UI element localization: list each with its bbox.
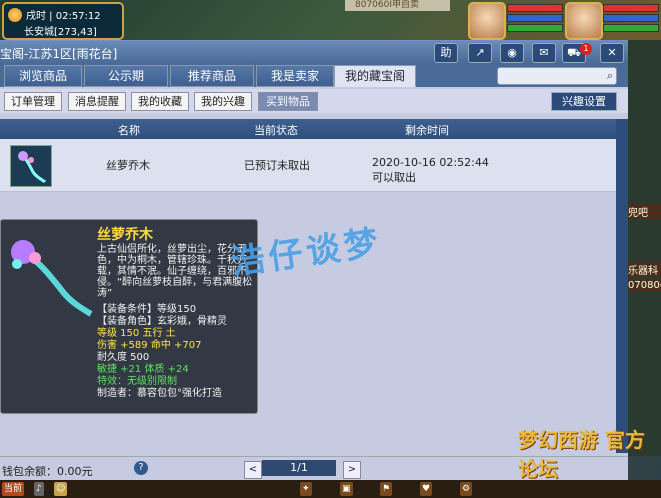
- interest-settings-button[interactable]: 兴趣设置: [551, 92, 617, 111]
- close-icon[interactable]: ✕: [600, 43, 624, 63]
- weapon-icon: [11, 240, 93, 317]
- right-panel-item[interactable]: 07080(: [628, 280, 661, 291]
- right-panel-item[interactable]: 兜吧: [628, 204, 661, 219]
- share-icon[interactable]: ↗: [468, 43, 492, 63]
- game-bottom-bar: 当前 ♪ ☺ ✦ ▣ ⚑ ♥ ⚙: [0, 480, 661, 498]
- prev-page-button[interactable]: <: [244, 461, 262, 479]
- scrollbar[interactable]: [616, 119, 628, 453]
- orders-button[interactable]: 订单管理: [4, 92, 62, 111]
- item-tooltip: 丝萝乔木 上古仙侣所化，丝萝出尘，花分五色，中为桐木，管辖珍珠。千秋万载，其情不…: [0, 219, 258, 414]
- tab-public[interactable]: 公示期: [84, 65, 168, 87]
- pet-bars: [507, 4, 563, 34]
- tooltip-item-name: 丝萝乔木: [97, 227, 153, 243]
- tab-recommended[interactable]: 推荐商品: [170, 65, 254, 87]
- tooltip-agility: 敏捷 +21 体质 +24: [97, 364, 189, 375]
- game-top-bar: 戌时 | 02:57:12 长安城[273,43] 807060I申自卖: [0, 0, 661, 40]
- table-header: 名称 当前状态 剩余时间: [0, 119, 616, 139]
- chat-icon[interactable]: ✉: [532, 43, 556, 63]
- item-name: 丝萝乔木: [106, 159, 150, 172]
- tooltip-durability: 耐久度 500: [97, 352, 150, 363]
- window-titlebar[interactable]: 宝阁-江苏1区[雨花台] 助 ↗ ◉ ✉ ⛟ 1 ✕: [0, 41, 628, 63]
- bag-icon[interactable]: ▣: [340, 482, 353, 496]
- search-input[interactable]: ⌕: [497, 67, 617, 85]
- friends-icon[interactable]: ♥: [420, 482, 433, 496]
- col-name: 名称: [118, 124, 140, 137]
- item-remaining-note: 可以取出: [372, 171, 416, 184]
- tab-my-pavilion[interactable]: 我的藏宝阁: [334, 65, 416, 87]
- tooltip-equip-condition: 【装备条件】等级150: [97, 304, 197, 315]
- tooltip-equip-role: 【装备角色】玄彩娥，骨精灵: [97, 316, 227, 327]
- favorites-button[interactable]: 我的收藏: [131, 92, 189, 111]
- game-logo: 梦幻西游 官方论坛: [518, 428, 645, 481]
- scroll-notice: 807060I申自卖: [345, 0, 450, 11]
- wallet-balance: 钱包余额：0.00元: [2, 465, 93, 478]
- player-bars: [603, 4, 659, 34]
- mic-icon[interactable]: ♪: [34, 482, 44, 496]
- right-panel-item[interactable]: 乐器科: [628, 262, 661, 277]
- sub-navigation: 订单管理 消息提醒 我的收藏 我的兴趣 买到物品 兴趣设置: [0, 89, 628, 113]
- map-location: 长安城[273,43]: [24, 27, 97, 38]
- tooltip-level: 等级 150 五行 土: [97, 328, 176, 339]
- next-page-button[interactable]: >: [343, 461, 361, 479]
- game-right-panel: 乐器科 07080( 兜吧: [628, 40, 661, 456]
- sun-icon: [8, 8, 22, 22]
- col-status: 当前状态: [254, 124, 298, 137]
- channel-current-button[interactable]: 当前: [2, 482, 25, 496]
- pet-portrait[interactable]: [468, 2, 506, 40]
- interests-button[interactable]: 我的兴趣: [194, 92, 252, 111]
- cart-badge: 1: [580, 43, 592, 55]
- help-icon[interactable]: ?: [134, 461, 148, 475]
- tooltip-special-effect: 特效：无级别限制: [97, 376, 177, 387]
- settings-icon[interactable]: ⚙: [460, 482, 473, 496]
- tab-seller[interactable]: 我是卖家: [256, 65, 334, 87]
- bought-items-button[interactable]: 买到物品: [258, 92, 318, 111]
- emote-icon[interactable]: ☺: [54, 482, 68, 496]
- skill-bar-icon[interactable]: ✦: [300, 482, 312, 496]
- assist-button[interactable]: 助: [434, 43, 458, 63]
- item-icon[interactable]: [10, 145, 52, 187]
- game-time: 戌时 | 02:57:12: [26, 11, 101, 22]
- team-icon[interactable]: ⚑: [380, 482, 393, 496]
- table-row[interactable]: 丝萝乔木 已预订未取出 2020-10-16 02:52:44 可以取出: [0, 139, 616, 192]
- window-title: 宝阁-江苏1区[雨花台]: [0, 47, 118, 61]
- search-icon[interactable]: ⌕: [607, 69, 613, 83]
- col-remaining: 剩余时间: [405, 124, 449, 137]
- tooltip-maker: 制造者：慕容包包°强化打造: [97, 388, 222, 399]
- tab-browse[interactable]: 浏览商品: [4, 65, 82, 87]
- item-remaining-time: 2020-10-16 02:52:44: [372, 156, 489, 169]
- player-portrait[interactable]: [565, 2, 603, 40]
- tooltip-damage: 伤害 +589 命中 +707: [97, 340, 202, 351]
- record-icon[interactable]: ◉: [500, 43, 524, 63]
- messages-button[interactable]: 消息提醒: [68, 92, 126, 111]
- page-indicator: 1/1: [262, 460, 336, 476]
- item-status: 已预订未取出: [244, 159, 310, 172]
- clock-panel: 戌时 | 02:57:12 长安城[273,43]: [2, 2, 124, 40]
